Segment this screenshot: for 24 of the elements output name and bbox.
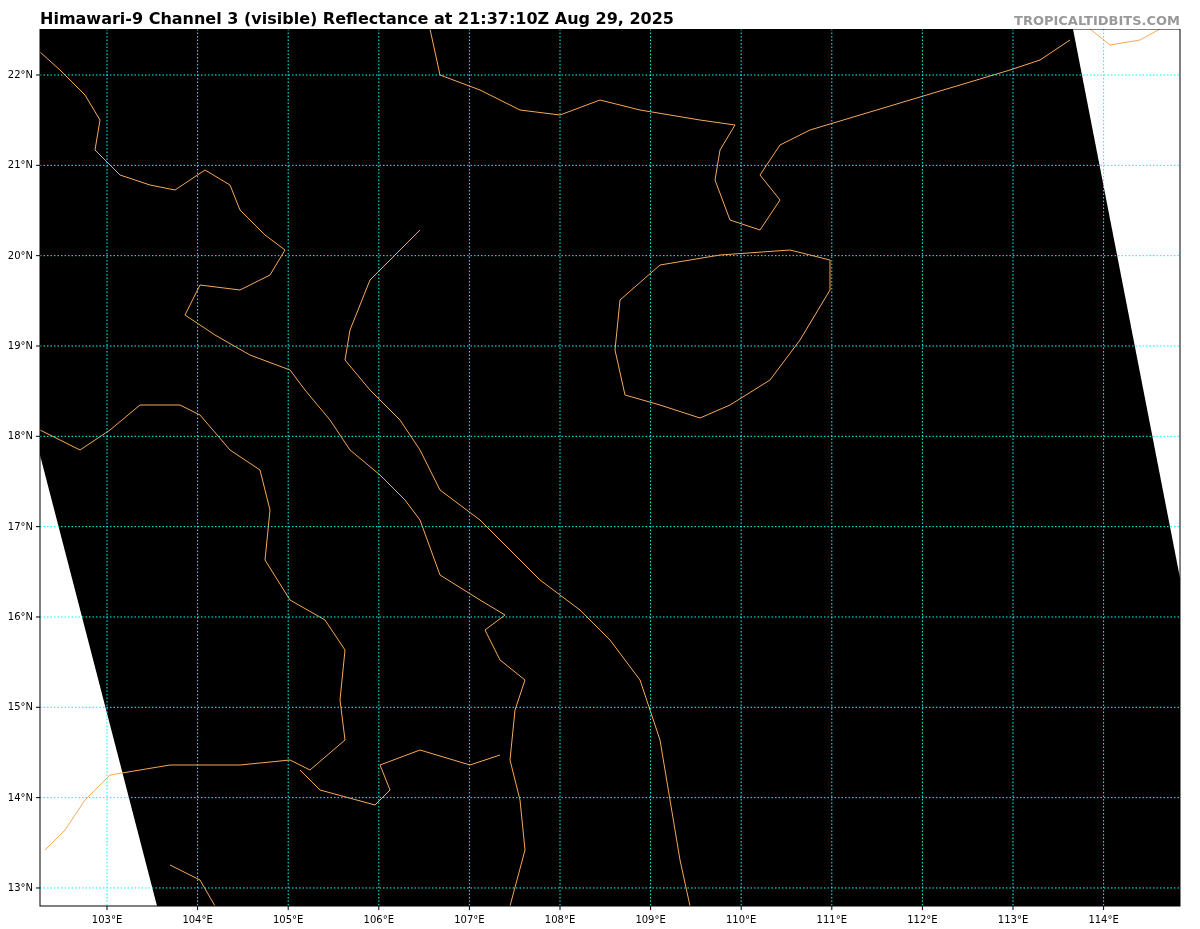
longitude-label: 103°E xyxy=(91,914,123,925)
longitude-label: 114°E xyxy=(1088,914,1119,925)
latitude-label: 18°N xyxy=(7,430,33,442)
latitude-label: 22°N xyxy=(7,69,33,80)
longitude-label: 110°E xyxy=(726,914,757,925)
latitude-label: 20°N xyxy=(7,249,33,261)
longitude-label: 112°E xyxy=(907,914,938,925)
latitude-label: 16°N xyxy=(7,611,33,622)
longitude-label: 106°E xyxy=(363,914,394,925)
longitude-label: 113°E xyxy=(997,914,1029,925)
site-credit: TROPICALTIDBITS.COM xyxy=(1014,14,1180,27)
longitude-label: 105°E xyxy=(273,914,304,925)
latitude-label: 21°N xyxy=(7,159,33,171)
longitude-label: 111°E xyxy=(816,914,847,925)
latitude-label: 14°N xyxy=(7,791,33,803)
latitude-label: 19°N xyxy=(7,340,33,351)
longitude-label: 104°E xyxy=(182,914,213,925)
chart-title: Himawari-9 Channel 3 (visible) Reflectance at 21:37:10Z Aug 29, 2025 xyxy=(40,11,674,27)
latitude-label: 17°N xyxy=(7,520,33,532)
longitude-label: 108°E xyxy=(544,914,576,925)
longitude-label: 109°E xyxy=(635,914,666,925)
longitude-label: 107°E xyxy=(454,914,485,925)
latitude-label: 13°N xyxy=(7,881,33,893)
latitude-label: 15°N xyxy=(7,701,33,713)
